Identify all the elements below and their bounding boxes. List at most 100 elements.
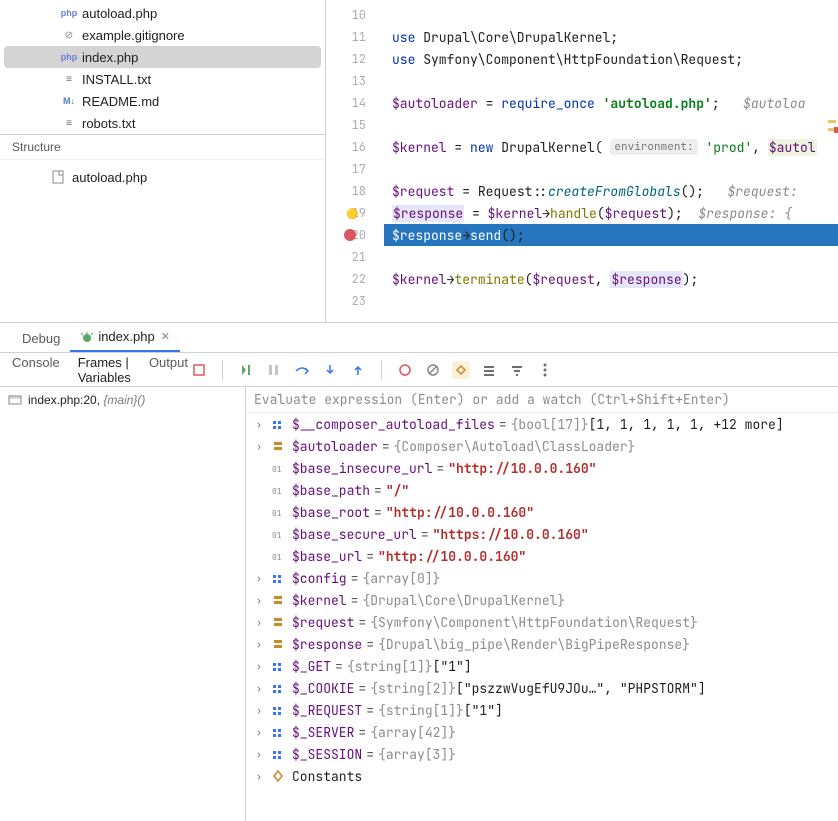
code-line[interactable]: $autoloader = require_once 'autoload.php… <box>384 92 838 114</box>
code-line[interactable]: $kernel = new DrupalKernel( environment:… <box>384 136 838 158</box>
var-type-icon <box>270 746 286 762</box>
step-over-button[interactable] <box>293 361 311 379</box>
var-value: "http://10.0.0.160" <box>448 460 596 477</box>
close-icon[interactable]: ✕ <box>161 330 170 343</box>
file-tree-item[interactable]: phpautoload.php <box>0 2 325 24</box>
debug-subtab[interactable]: Console <box>12 355 60 385</box>
variable-row[interactable]: ›$config = {array[0]} <box>246 567 838 589</box>
gutter-line[interactable]: 11 <box>326 26 384 48</box>
variable-row[interactable]: 01$base_path = "/" <box>246 479 838 501</box>
gutter-line[interactable]: 18 <box>326 180 384 202</box>
variable-row[interactable]: ›$_REQUEST = {string[1]} ["1"] <box>246 699 838 721</box>
gutter-line[interactable]: 15 <box>326 114 384 136</box>
gutter-line[interactable]: 17 <box>326 158 384 180</box>
gutter-line[interactable]: 21 <box>326 246 384 268</box>
code-line[interactable]: $kernel→terminate($request, $response); <box>384 268 838 290</box>
gutter-line[interactable]: 13 <box>326 70 384 92</box>
expand-arrow-icon[interactable]: › <box>256 572 270 585</box>
warning-icon: 🟡 <box>346 207 358 220</box>
variable-row[interactable]: ›$_COOKIE = {string[2]} ["pszzwVugEfU9JO… <box>246 677 838 699</box>
code-line[interactable]: $response = $kernel→handle($request); $r… <box>384 202 838 224</box>
gutter-line[interactable]: 10 <box>326 4 384 26</box>
expand-arrow-icon[interactable]: › <box>256 726 270 739</box>
mute-breakpoints-button[interactable] <box>396 361 414 379</box>
variable-row[interactable]: ›$_GET = {string[1]} ["1"] <box>246 655 838 677</box>
bug-icon <box>80 330 94 344</box>
structure-item[interactable]: autoload.php <box>50 166 325 188</box>
code-line[interactable]: $request = Request::createFromGlobals();… <box>384 180 838 202</box>
expand-arrow-icon[interactable]: › <box>256 704 270 717</box>
variable-row[interactable]: ›$autoloader = {Composer\Autoload\ClassL… <box>246 435 838 457</box>
breakpoint-icon[interactable] <box>344 229 356 241</box>
debug-tab[interactable]: Debug <box>12 325 70 352</box>
resume-button[interactable] <box>237 361 255 379</box>
variable-row[interactable]: ›$__composer_autoload_files = {bool[17]}… <box>246 413 838 435</box>
variable-row[interactable]: ›$response = {Drupal\big_pipe\Render\Big… <box>246 633 838 655</box>
gutter-line[interactable]: 22 <box>326 268 384 290</box>
variable-row[interactable]: 01$base_url = "http://10.0.0.160" <box>246 545 838 567</box>
var-type: {string[1]} <box>378 702 464 719</box>
layout-button[interactable] <box>480 361 498 379</box>
file-tree-item[interactable]: ⊘example.gitignore <box>0 24 325 46</box>
filter-button[interactable] <box>508 361 526 379</box>
code-line[interactable] <box>384 290 838 312</box>
expand-arrow-icon[interactable]: › <box>256 638 270 651</box>
debug-toolbar: ConsoleFrames | VariablesOutput <box>0 353 838 387</box>
code-line[interactable] <box>384 70 838 92</box>
code-editor[interactable]: 10111213141516171819🟡20212223 use Drupal… <box>326 0 838 322</box>
expand-arrow-icon[interactable]: › <box>256 682 270 695</box>
step-out-button[interactable] <box>349 361 367 379</box>
pause-button[interactable] <box>265 361 283 379</box>
variable-row[interactable]: ›$_SESSION = {array[3]} <box>246 743 838 765</box>
code-line[interactable] <box>384 246 838 268</box>
settings-button[interactable] <box>452 361 470 379</box>
variable-row[interactable]: 01$base_insecure_url = "http://10.0.0.16… <box>246 457 838 479</box>
gutter-line[interactable]: 20 <box>326 224 384 246</box>
stop-button[interactable] <box>190 361 208 379</box>
var-name: $base_insecure_url <box>292 460 432 477</box>
variable-row[interactable]: ›Constants <box>246 765 838 787</box>
code-area[interactable]: use Drupal\Core\DrupalKernel;use Symfony… <box>384 0 838 322</box>
variable-row[interactable]: ›$request = {Symfony\Component\HttpFound… <box>246 611 838 633</box>
disable-breakpoints-icon[interactable] <box>424 361 442 379</box>
expand-arrow-icon[interactable]: › <box>256 616 270 629</box>
file-tree-item[interactable]: ≡robots.txt <box>0 112 325 134</box>
var-type-icon <box>270 592 286 608</box>
code-line[interactable] <box>384 4 838 26</box>
debug-subtab[interactable]: Output <box>149 355 188 385</box>
code-line[interactable]: $response→send(); <box>384 224 838 246</box>
variable-row[interactable]: ›$_SERVER = {array[42]} <box>246 721 838 743</box>
gutter-line[interactable]: 23 <box>326 290 384 312</box>
evaluate-input[interactable]: Evaluate expression (Enter) or add a wat… <box>246 387 838 413</box>
expand-arrow-icon[interactable]: › <box>256 418 270 431</box>
code-line[interactable]: use Symfony\Component\HttpFoundation\Req… <box>384 48 838 70</box>
variable-row[interactable]: 01$base_root = "http://10.0.0.160" <box>246 501 838 523</box>
gutter-line[interactable]: 19🟡 <box>326 202 384 224</box>
more-button[interactable] <box>536 361 554 379</box>
debug-tab[interactable]: index.php✕ <box>70 323 180 352</box>
expand-arrow-icon[interactable]: › <box>256 594 270 607</box>
code-line[interactable] <box>384 158 838 180</box>
expand-arrow-icon[interactable]: › <box>256 770 270 783</box>
frames-column: index.php:20, {main}() <box>0 387 246 821</box>
frame-row[interactable]: index.php:20, {main}() <box>0 387 245 413</box>
expand-arrow-icon[interactable]: › <box>256 748 270 761</box>
file-tree-item[interactable]: ≡INSTALL.txt <box>0 68 325 90</box>
gutter-line[interactable]: 16 <box>326 136 384 158</box>
file-name: INSTALL.txt <box>82 72 151 87</box>
file-tree-item[interactable]: M↓README.md <box>0 90 325 112</box>
file-tree: phpautoload.php⊘example.gitignorephpinde… <box>0 0 325 134</box>
expand-arrow-icon[interactable]: › <box>256 660 270 673</box>
variable-row[interactable]: 01$base_secure_url = "https://10.0.0.160… <box>246 523 838 545</box>
variable-row[interactable]: ›$kernel = {Drupal\Core\DrupalKernel} <box>246 589 838 611</box>
gutter-line[interactable]: 14 <box>326 92 384 114</box>
step-into-button[interactable] <box>321 361 339 379</box>
file-tree-item[interactable]: phpindex.php <box>4 46 321 68</box>
expand-arrow-icon[interactable]: › <box>256 440 270 453</box>
var-name: $request <box>292 614 354 631</box>
structure-item-label: autoload.php <box>72 170 147 185</box>
code-line[interactable] <box>384 114 838 136</box>
gutter-line[interactable]: 12 <box>326 48 384 70</box>
editor-scrollbar[interactable] <box>826 0 838 322</box>
code-line[interactable]: use Drupal\Core\DrupalKernel; <box>384 26 838 48</box>
